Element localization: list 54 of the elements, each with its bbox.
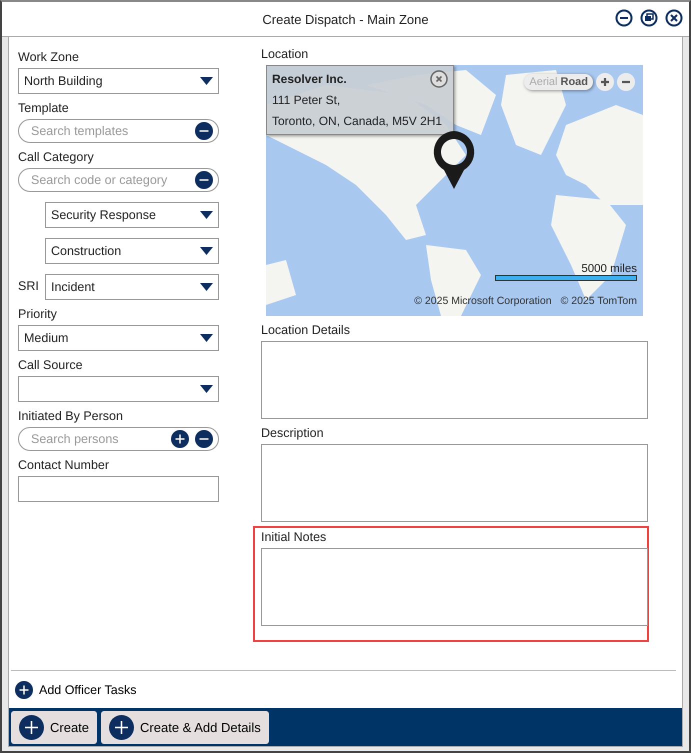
caret-icon bbox=[200, 334, 213, 342]
footer-button[interactable]: Create bbox=[11, 710, 98, 744]
field-label: Call Source bbox=[18, 358, 84, 372]
add-tasks-link[interactable]: Add Officer Tasks bbox=[15, 681, 136, 699]
dropdown[interactable]: Security Response bbox=[45, 202, 219, 228]
zoom-out-icon[interactable] bbox=[617, 73, 635, 91]
remove-icon[interactable] bbox=[195, 171, 213, 189]
address-line: 111 Peter St, bbox=[272, 92, 342, 109]
field-label: Priority bbox=[18, 307, 58, 321]
field-label: SRI bbox=[18, 279, 39, 293]
caret-icon bbox=[200, 211, 213, 219]
copyright-text: © 2025 Microsoft Corporation bbox=[414, 295, 552, 307]
zoom-in-icon[interactable] bbox=[596, 73, 614, 91]
caret-icon bbox=[200, 77, 213, 85]
close-icon[interactable] bbox=[665, 9, 683, 27]
caret-icon bbox=[200, 247, 213, 255]
field-label: Description bbox=[261, 426, 325, 440]
dropdown[interactable]: Construction bbox=[45, 238, 219, 264]
footer-button[interactable]: Create & Add Details bbox=[101, 710, 269, 744]
text-area[interactable] bbox=[261, 341, 648, 419]
search-field[interactable]: Search templates bbox=[18, 119, 219, 143]
remove-icon[interactable] bbox=[195, 430, 213, 448]
restore-icon[interactable] bbox=[640, 9, 658, 27]
field-label: Location bbox=[261, 47, 310, 61]
dropdown[interactable]: Medium bbox=[18, 325, 219, 351]
field-label: Location Details bbox=[261, 323, 351, 337]
input-field[interactable] bbox=[18, 476, 219, 502]
dropdown[interactable]: Incident bbox=[45, 274, 219, 300]
field-label: Call Category bbox=[18, 150, 95, 164]
address-line: Toronto, ON, Canada, M5V 2H1 bbox=[272, 113, 444, 130]
search-field[interactable]: Search code or category bbox=[18, 168, 219, 192]
field-label: Template bbox=[18, 101, 70, 115]
search-field[interactable]: Search persons bbox=[18, 427, 219, 451]
add-icon bbox=[15, 681, 33, 699]
add-icon bbox=[19, 714, 44, 740]
map-type-option[interactable]: Road bbox=[560, 76, 588, 88]
add-icon[interactable] bbox=[171, 430, 189, 448]
popup-title: Resolver Inc. bbox=[272, 72, 347, 86]
text-area[interactable] bbox=[261, 548, 648, 626]
caret-icon bbox=[200, 385, 213, 393]
copyright-text: © 2025 TomTom bbox=[560, 295, 637, 307]
dropdown[interactable]: North Building bbox=[18, 68, 219, 94]
window-title: Create Dispatch - Main Zone bbox=[262, 12, 429, 26]
field-label: Contact Number bbox=[18, 458, 110, 472]
add-icon bbox=[109, 714, 134, 740]
dropdown[interactable] bbox=[18, 376, 219, 402]
field-label: Initiated By Person bbox=[18, 409, 124, 423]
text-area[interactable] bbox=[261, 444, 648, 522]
field-label: Work Zone bbox=[18, 50, 80, 64]
remove-icon[interactable] bbox=[195, 122, 213, 140]
scale-label: 5000 miles bbox=[581, 263, 637, 275]
caret-icon bbox=[200, 283, 213, 291]
minimize-icon[interactable] bbox=[615, 9, 633, 27]
field-label: Initial Notes bbox=[261, 530, 328, 544]
